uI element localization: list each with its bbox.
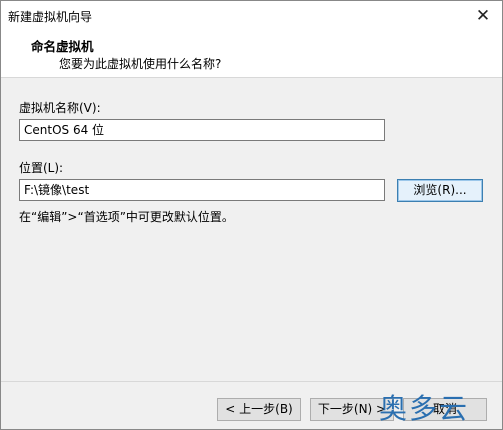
window-title: 新建虚拟机向导 <box>8 10 93 24</box>
location-label: 位置(L): <box>19 161 64 175</box>
vm-name-label: 虚拟机名称(V): <box>19 101 101 115</box>
wizard-window: 新建虚拟机向导 ✕ 命名虚拟机 您要为此虚拟机使用什么名称? 虚拟机名称(V):… <box>0 0 503 430</box>
vm-name-input[interactable]: CentOS 64 位 <box>19 119 385 141</box>
title-bar: 新建虚拟机向导 ✕ <box>1 1 502 31</box>
footer-divider <box>1 381 502 382</box>
watermark-logo: 奥多云 <box>379 392 499 426</box>
default-location-hint: 在“编辑”>“首选项”中可更改默认位置。 <box>19 210 234 224</box>
browse-button[interactable]: 浏览(R)... <box>397 179 483 202</box>
close-button[interactable]: ✕ <box>472 5 494 27</box>
location-input[interactable]: F:\镜像\test <box>19 179 385 201</box>
wizard-header: 命名虚拟机 您要为此虚拟机使用什么名称? <box>1 31 502 78</box>
page-title: 命名虚拟机 <box>31 39 94 54</box>
back-button[interactable]: < 上一步(B) <box>217 398 301 421</box>
page-subtitle: 您要为此虚拟机使用什么名称? <box>59 57 222 71</box>
watermark-text: 奥多云 <box>379 392 470 425</box>
